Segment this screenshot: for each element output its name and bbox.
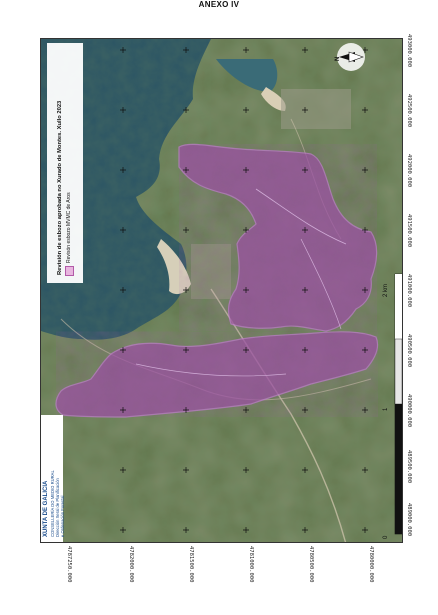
coord-right-0: 493000.000 [406,34,412,68]
logo-line3: e Ordenación Forestal [60,495,65,537]
coord-right-1: 492500.000 [406,94,412,128]
coord-right-7: 489500.000 [406,450,412,484]
map-frame[interactable]: Revisión de esbozo aprobada no Xurado de… [40,38,403,543]
coord-right-3: 491500.000 [406,214,412,248]
scale-label-1: 1 [383,407,389,411]
town-middle [191,244,231,299]
satellite-map[interactable] [41,39,403,543]
north-arrow-icon [337,43,365,71]
north-label: N [335,56,341,61]
annex-title: ANEXO IV [198,0,240,9]
coord-bottom-4: 4780500.000 [308,546,314,583]
coord-right-4: 491000.000 [406,274,412,308]
coord-right-5: 490500.000 [406,334,412,368]
title-box [47,43,83,283]
coord-bottom-3: 4781000.000 [248,546,254,583]
legend-label: Revisón esbozo MVMC de Aros [66,192,72,263]
logo-org: XUNTA DE GALICIA [43,480,49,537]
coord-right-8: 489000.000 [406,503,412,537]
scale-label-0: 0 [383,535,389,539]
coord-bottom-0: 4787250.000 [66,546,72,583]
coord-right-6: 490000.000 [406,394,412,428]
logo-block: XUNTA DE GALICIA CONSELLERÍA DO MEDIO RU… [41,415,65,542]
coord-bottom-2: 4781500.000 [188,546,194,583]
scale-label-2: 2 km [383,283,389,297]
town-north [281,89,351,129]
map-title: Revisión de esbozo aprobada no Xurado de… [57,100,63,275]
coord-bottom-1: 4782000.000 [128,546,134,583]
coord-bottom-5: 4780000.000 [368,546,374,583]
legend-swatch [65,266,74,276]
scale-bar [394,273,402,535]
coord-right-2: 492000.000 [406,154,412,188]
